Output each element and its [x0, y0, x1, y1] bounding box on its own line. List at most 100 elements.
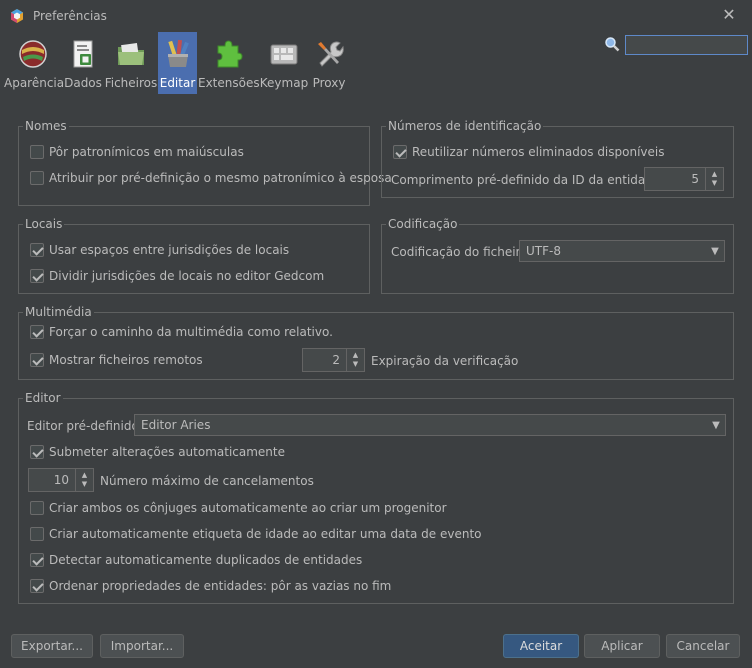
checkbox-label: Criar ambos os cônjuges automaticamente … [49, 501, 447, 515]
tab-label: Editar [159, 76, 196, 90]
checkbox-label: Mostrar ficheiros remotos [49, 353, 203, 367]
data-document-icon [73, 40, 93, 68]
checkbox-box[interactable] [30, 269, 44, 283]
group-codificacao: Codificação Codificação do ficheiro UTF-… [381, 217, 734, 294]
checkbox-dividir-jurisdicoes[interactable]: Dividir jurisdições de locais no editor … [30, 266, 324, 286]
encoding-label: Codificação do ficheiro [391, 245, 528, 259]
checkbox-etiqueta-idade[interactable]: Criar automaticamente etiqueta de idade … [30, 524, 482, 544]
accept-button[interactable]: Aceitar [503, 634, 579, 658]
group-title: Locais [23, 217, 65, 231]
chevron-down-icon[interactable]: ▼ [707, 420, 725, 431]
spinner-arrows-icon[interactable]: ▲ ▼ [705, 168, 723, 190]
checkbox-caminho-relativo[interactable]: Forçar o caminho da multimédia como rela… [30, 322, 333, 342]
window-title: Preferências [33, 9, 107, 23]
checkbox-reutilizar-numeros[interactable]: Reutilizar números eliminados disponívei… [393, 142, 665, 162]
tab-label: Keymap [259, 76, 309, 90]
checkbox-label: Pôr patronímicos em maiúsculas [49, 145, 244, 159]
title-bar [0, 0, 752, 32]
tab-keymap[interactable]: Keymap [259, 32, 309, 94]
checkbox-box[interactable] [30, 171, 44, 185]
group-numeros-identificacao: Números de identificação Reutilizar núme… [381, 119, 734, 198]
group-title: Multimédia [23, 305, 94, 319]
checkbox-label: Criar automaticamente etiqueta de idade … [49, 527, 482, 541]
checkbox-ordenar-propriedades[interactable]: Ordenar propriedades de entidades: pôr a… [30, 576, 391, 596]
group-title: Nomes [23, 119, 69, 133]
checkbox-espacos-jurisdicoes[interactable]: Usar espaços entre jurisdições de locais [30, 240, 289, 260]
checkbox-label: Ordenar propriedades de entidades: pôr a… [49, 579, 392, 593]
import-button[interactable]: Importar... [100, 634, 184, 658]
checkbox-criar-conjuges[interactable]: Criar ambos os cônjuges automaticamente … [30, 498, 447, 518]
group-title: Editor [23, 391, 63, 405]
app-hex-icon [11, 9, 23, 23]
group-title: Codificação [386, 217, 460, 231]
folder-icon [118, 42, 144, 65]
checkbox-box[interactable] [30, 501, 44, 515]
group-locais: Locais Usar espaços entre jurisdições de… [18, 217, 370, 294]
edit-pencils-icon [167, 39, 189, 67]
checkbox-patronimico-esposa[interactable]: Atribuir por pré-definição o mesmo patro… [30, 168, 392, 188]
checkbox-box[interactable] [30, 579, 44, 593]
tab-dados[interactable]: Dados [62, 32, 104, 94]
spinner-value[interactable]: 2 [303, 349, 346, 371]
puzzle-icon [217, 40, 243, 68]
search-input[interactable] [625, 35, 748, 55]
checkbox-box[interactable] [30, 445, 44, 459]
undo-max-label: Número máximo de cancelamentos [100, 474, 314, 488]
default-editor-select[interactable]: Editor Aries ▼ [134, 414, 726, 436]
checkbox-box[interactable] [393, 145, 407, 159]
undo-max-spinner[interactable]: 10 ▲ ▼ [28, 468, 94, 492]
keyboard-icon [270, 44, 298, 65]
tab-label: Extensões [198, 76, 260, 90]
checkbox-submeter-automaticamente[interactable]: Submeter alterações automaticamente [30, 442, 285, 462]
apply-button[interactable]: Aplicar [584, 634, 660, 658]
checkbox-box[interactable] [30, 145, 44, 159]
checkbox-box[interactable] [30, 527, 44, 541]
tab-extensoes[interactable]: Extensões [198, 32, 260, 94]
spinner-arrows-icon[interactable]: ▲ ▼ [346, 349, 364, 371]
spinner-value[interactable]: 5 [645, 168, 705, 190]
timeout-spinner[interactable]: 2 ▲ ▼ [302, 348, 365, 372]
spinner-value[interactable]: 10 [29, 469, 75, 491]
tab-label: Ficheiros [104, 76, 158, 90]
group-editor: Editor Editor pré-definido Editor Aries … [18, 391, 734, 604]
group-multimedia: Multimédia Forçar o caminho da multimédi… [18, 305, 734, 380]
checkbox-box[interactable] [30, 353, 44, 367]
encoding-select[interactable]: UTF-8 ▼ [519, 240, 725, 262]
select-value: UTF-8 [526, 244, 561, 258]
checkbox-ficheiros-remotos[interactable]: Mostrar ficheiros remotos [30, 350, 203, 370]
checkbox-label: Usar espaços entre jurisdições de locais [49, 243, 290, 257]
checkbox-patronimicos-maiusculas[interactable]: Pôr patronímicos em maiúsculas [30, 142, 244, 162]
group-nomes: Nomes Pôr patronímicos em maiúsculas Atr… [18, 119, 392, 206]
spinner-arrows-icon[interactable]: ▲ ▼ [75, 469, 93, 491]
checkbox-label: Dividir jurisdições de locais no editor … [49, 269, 325, 283]
export-button[interactable]: Exportar... [11, 634, 93, 658]
tab-ficheiros[interactable]: Ficheiros [104, 32, 158, 94]
appearance-globe-icon [19, 40, 47, 68]
tab-aparencia[interactable]: Aparência [4, 32, 65, 94]
id-length-label: Comprimento pré-definido da ID da entida… [391, 173, 665, 187]
select-value: Editor Aries [141, 418, 211, 432]
tab-proxy[interactable]: Proxy [309, 32, 349, 94]
checkbox-label: Submeter alterações automaticamente [49, 445, 286, 459]
tab-label: Aparência [4, 76, 65, 90]
tab-label: Proxy [312, 76, 346, 90]
tab-label: Dados [64, 76, 102, 90]
checkbox-label: Detectar automaticamente duplicados de e… [49, 553, 363, 567]
checkbox-label: Forçar o caminho da multimédia como rela… [49, 325, 333, 339]
tab-editar[interactable]: Editar [158, 32, 197, 94]
close-icon[interactable]: ✕ [720, 6, 738, 24]
wrench-icon [318, 41, 344, 67]
checkbox-box[interactable] [30, 325, 44, 339]
id-length-spinner[interactable]: 5 ▲ ▼ [644, 167, 724, 191]
group-title: Números de identificação [386, 119, 544, 133]
search-icon [605, 37, 620, 52]
timeout-label: Expiração da verificação [371, 354, 519, 368]
default-editor-label: Editor pré-definido [27, 419, 139, 433]
cancel-button[interactable]: Cancelar [666, 634, 740, 658]
checkbox-label: Reutilizar números eliminados disponívei… [412, 145, 665, 159]
chevron-down-icon[interactable]: ▼ [706, 246, 724, 257]
checkbox-detectar-duplicados[interactable]: Detectar automaticamente duplicados de e… [30, 550, 362, 570]
checkbox-box[interactable] [30, 243, 44, 257]
checkbox-label: Atribuir por pré-definição o mesmo patro… [49, 171, 392, 185]
checkbox-box[interactable] [30, 553, 44, 567]
